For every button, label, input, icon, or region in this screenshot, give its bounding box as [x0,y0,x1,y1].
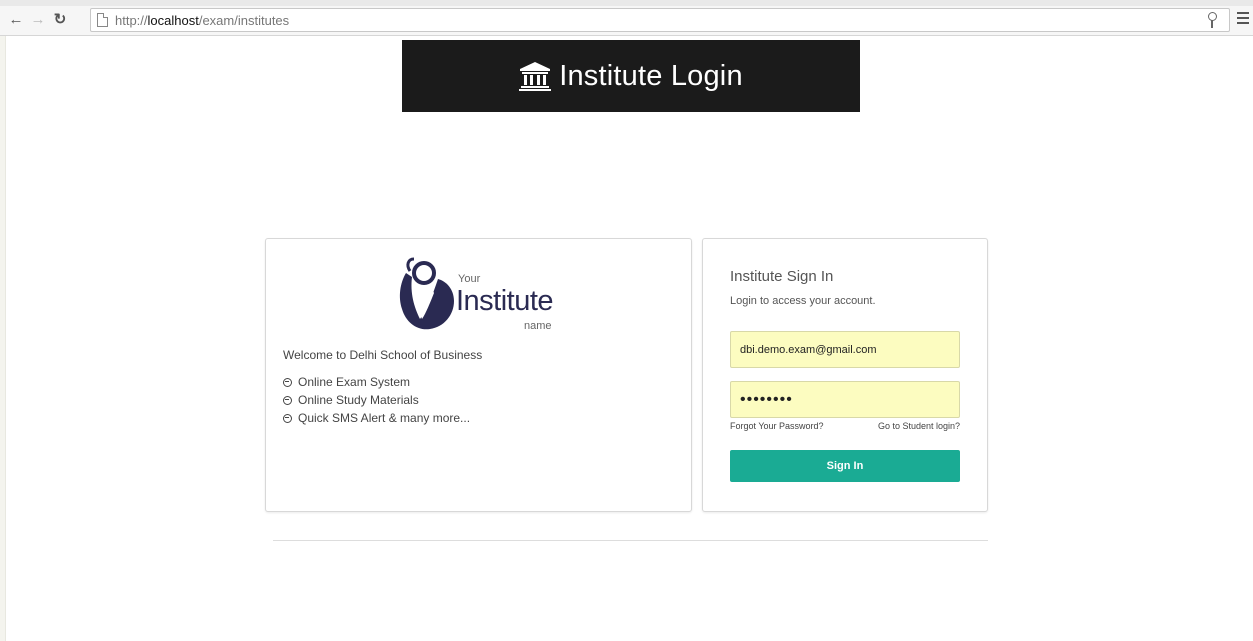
welcome-text: Welcome to Delhi School of Business [283,348,483,362]
page-title: Institute Login [559,59,743,92]
password-field[interactable] [730,381,960,418]
reload-icon[interactable]: ↻ [52,12,68,28]
institution-icon [519,61,552,91]
logo-text-institute: Institute [456,285,554,317]
logo-text-your: Your [458,273,481,285]
url-host: localhost [147,13,199,28]
sign-in-button[interactable]: Sign In [730,450,960,482]
forgot-password-link[interactable]: Forgot Your Password? [730,421,824,431]
signin-subtitle: Login to access your account. [730,295,876,307]
arrow-circle-icon [283,395,292,405]
feature-label: Online Exam System [298,375,411,389]
url-scheme: http:// [115,13,148,28]
feature-label: Online Study Materials [298,393,419,407]
url-text[interactable]: http://localhost/exam/institutes [115,13,289,28]
back-arrow-icon[interactable]: ← [8,12,24,28]
feature-label: Quick SMS Alert & many more... [298,411,471,425]
header-banner: Institute Login [402,40,860,112]
menu-icon[interactable] [1237,12,1249,24]
list-item: Quick SMS Alert & many more... [283,409,470,427]
window-edge [0,36,6,641]
url-path: /exam/institutes [198,13,290,28]
page-icon [97,13,108,27]
list-item: Online Exam System [283,373,470,391]
info-panel: Your Institute name Welcome to Delhi Sch… [265,238,692,512]
arrow-circle-icon [283,377,292,387]
forward-arrow-icon[interactable]: → [30,12,46,28]
logo-text-name: name [524,320,552,332]
signin-panel: Institute Sign In Login to access your a… [702,238,988,512]
browser-toolbar: ← → ↻ http://localhost/exam/institutes [0,0,1253,36]
address-bar[interactable]: http://localhost/exam/institutes [90,8,1230,32]
institute-logo: Your Institute name [396,257,566,335]
email-field[interactable] [730,331,960,368]
key-icon[interactable] [1207,12,1217,28]
institute-logo-mark [399,257,454,330]
tab-strip [0,0,1253,6]
student-login-link[interactable]: Go to Student login? [878,421,960,431]
feature-list: Online Exam System Online Study Material… [283,373,470,427]
divider [273,540,988,541]
signin-title: Institute Sign In [730,268,834,285]
arrow-circle-icon [283,413,292,423]
list-item: Online Study Materials [283,391,470,409]
